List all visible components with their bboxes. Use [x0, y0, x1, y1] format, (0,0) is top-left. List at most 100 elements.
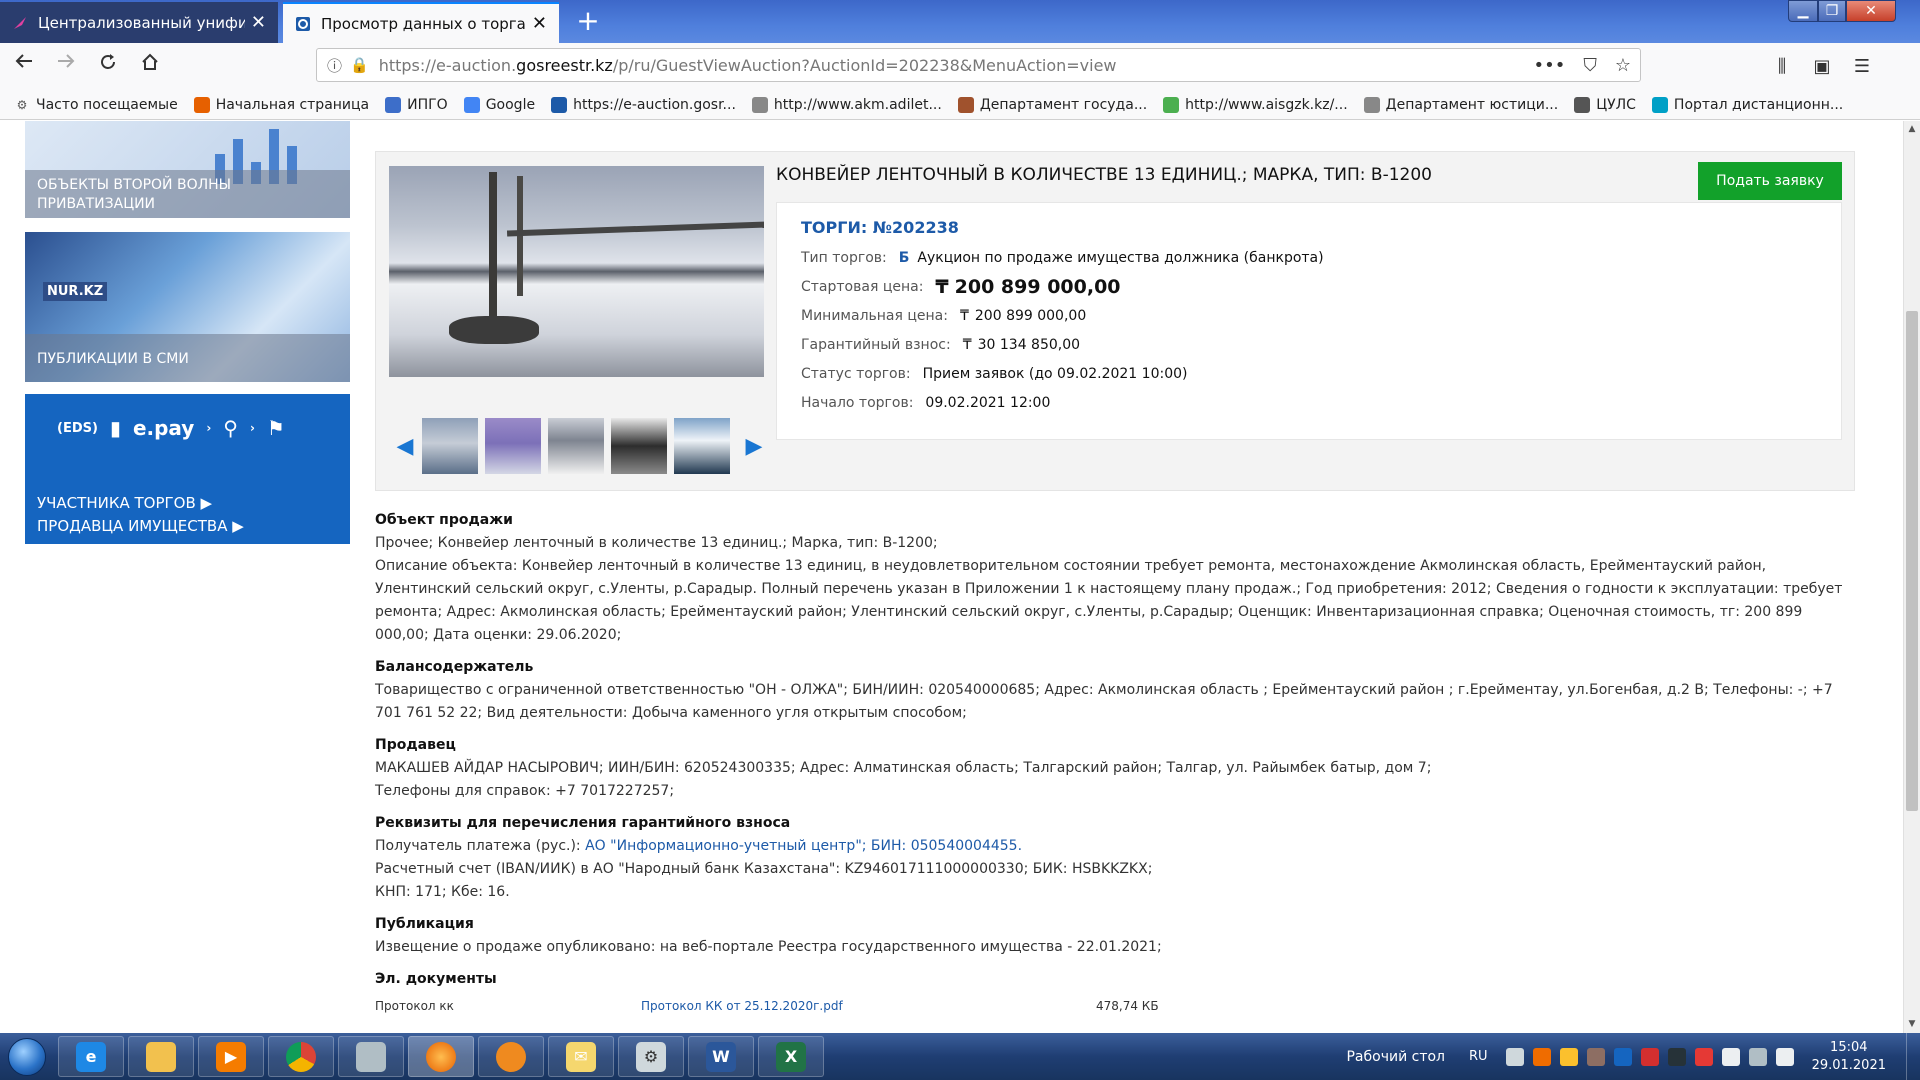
app-tray-icon[interactable] [1640, 1047, 1659, 1066]
tab-auction-view[interactable]: Просмотр данных о торгах ✕ [283, 2, 559, 43]
taskbar-settings[interactable]: ⚙ [618, 1036, 684, 1077]
seller-phone: Телефоны для справок: +7 7017227257; [375, 783, 675, 799]
taskbar-firefox[interactable] [408, 1036, 474, 1077]
bookmark-star-icon[interactable]: ☆ [1615, 55, 1631, 76]
show-desktop-button[interactable] [1906, 1033, 1920, 1080]
status-row: Статус торгов: Прием заявок (до 09.02.20… [801, 365, 1188, 382]
info-icon[interactable]: ⓘ [327, 55, 342, 76]
media-player-icon: ▶ [216, 1041, 246, 1072]
people-icon [496, 1041, 526, 1072]
nur-logo: NUR.KZ [43, 282, 108, 301]
chevron-right-icon: › [249, 421, 255, 435]
auction-details: Объект продажи Прочее; Конвейер ленточны… [375, 509, 1855, 1018]
prev-arrow-icon[interactable]: ◀ [388, 434, 422, 459]
bookmark-item[interactable]: http://www.akm.adilet... [751, 96, 942, 113]
app-tray-icon[interactable] [1532, 1047, 1551, 1066]
payee-link[interactable]: АО "Информационно-учетный центр"; БИН: 0… [585, 838, 1022, 854]
bookmark-item[interactable]: http://www.aisgzk.kz/... [1163, 96, 1348, 113]
close-window-button[interactable]: ✕ [1846, 0, 1896, 22]
emblem-icon [751, 96, 768, 113]
language-indicator[interactable]: RU [1469, 1049, 1488, 1064]
tab-centralized[interactable]: Централизованный унифици ✕ [0, 2, 278, 43]
menu-icon[interactable]: ☰ [1842, 56, 1882, 77]
toolbar-right: ⫼ ▣ ☰ [1762, 43, 1882, 90]
section-heading: Балансодержатель [375, 659, 534, 675]
home-button[interactable] [132, 49, 168, 85]
tenge-icon: ₸ [935, 275, 949, 298]
printer-icon[interactable] [1505, 1047, 1524, 1066]
close-icon[interactable]: ✕ [251, 12, 266, 33]
app-tray-icon[interactable] [1586, 1047, 1605, 1066]
seller-link[interactable]: ПРОДАВЦА ИМУЩЕСТВА ▶ [37, 517, 244, 535]
taskbar-word[interactable]: W [688, 1036, 754, 1077]
bookmark-item[interactable]: ИПГО [385, 96, 448, 113]
thumbnail[interactable] [611, 418, 667, 474]
banner-privatization[interactable]: ОБЪЕКТЫ ВТОРОЙ ВОЛНЫ ПРИВАТИЗАЦИИ [25, 121, 350, 218]
taskbar-calculator[interactable] [338, 1036, 404, 1077]
taskbar-excel[interactable]: X [758, 1036, 824, 1077]
bookmark-item[interactable]: ⚙ Часто посещаемые [14, 97, 178, 113]
tray-icons [1505, 1047, 1794, 1066]
clock[interactable]: 15:04 29.01.2021 [1812, 1039, 1886, 1075]
close-icon[interactable]: ✕ [532, 13, 547, 34]
bookmark-item[interactable]: https://e-auction.gosr... [551, 96, 736, 113]
taskbar-people[interactable] [478, 1036, 544, 1077]
taskbar-explorer[interactable] [128, 1036, 194, 1077]
scroll-up-icon[interactable]: ▲ [1904, 121, 1920, 138]
library-icon[interactable]: ⫼ [1762, 56, 1802, 77]
thumbnail[interactable] [674, 418, 730, 474]
taskbar-ie[interactable]: e [58, 1036, 124, 1077]
pocket-icon[interactable]: ⛉ [1583, 55, 1597, 76]
bookmark-item[interactable]: Портал дистанционн... [1651, 96, 1844, 113]
scroll-down-icon[interactable]: ▼ [1904, 1016, 1920, 1033]
bookmark-item[interactable]: Департамент госуда... [957, 96, 1147, 113]
taskbar-media[interactable]: ▶ [198, 1036, 264, 1077]
taskbar-chrome[interactable] [268, 1036, 334, 1077]
usb-key-icon: ▮ [109, 416, 121, 440]
tab-title: Просмотр данных о торгах [321, 14, 526, 33]
document-name: Протокол кк [375, 999, 454, 1013]
bookmark-item[interactable]: Google [463, 96, 536, 113]
bookmark-item[interactable]: Начальная страница [193, 96, 369, 113]
holder-text: Товарищество с ограниченной ответственно… [375, 682, 1833, 721]
app-tray-icon[interactable] [1613, 1047, 1632, 1066]
document-link[interactable]: Протокол КК от 25.12.2020г.pdf [641, 995, 1096, 1018]
document-row: Протокол кк Протокол КК от 25.12.2020г.p… [375, 995, 1855, 1018]
maximize-button[interactable]: ❐ [1818, 0, 1846, 22]
network-icon[interactable] [1748, 1047, 1767, 1066]
reload-button[interactable] [90, 49, 126, 85]
thumbnail[interactable] [548, 418, 604, 474]
next-arrow-icon[interactable]: ▶ [737, 434, 771, 459]
thumbnail[interactable] [485, 418, 541, 474]
banner-media-publications[interactable]: NUR.KZ ПУБЛИКАЦИИ В СМИ [25, 232, 350, 382]
bookmark-label: Портал дистанционн... [1673, 96, 1844, 113]
main-photo[interactable] [389, 166, 764, 377]
auction-type-row: Тип торгов: Б Аукцион по продаже имущест… [801, 249, 1324, 266]
sidebar-icon[interactable]: ▣ [1802, 56, 1842, 77]
forward-button[interactable] [48, 49, 84, 85]
taskbar-mail[interactable]: ✉ [548, 1036, 614, 1077]
minimize-button[interactable]: ▁ [1788, 0, 1818, 22]
scroll-thumb[interactable] [1906, 311, 1918, 811]
speaker-muted-icon[interactable] [1694, 1047, 1713, 1066]
desktop-toolbar[interactable]: Рабочий стол [1346, 1049, 1445, 1065]
url-bar[interactable]: ⓘ 🔒 https://e-auction.gosreestr.kz/p/ru/… [316, 48, 1641, 82]
apply-button[interactable]: Подать заявку [1698, 162, 1842, 200]
firefox-icon [193, 96, 210, 113]
bookmark-label: ИПГО [407, 96, 448, 113]
thumbnail[interactable] [422, 418, 478, 474]
tab-title: Централизованный унифици [38, 13, 245, 32]
bookmark-item[interactable]: Департамент юстици... [1363, 96, 1558, 113]
participant-link[interactable]: УЧАСТНИКА ТОРГОВ ▶ [37, 494, 212, 512]
start-button[interactable] [0, 1033, 54, 1080]
page-scrollbar[interactable]: ▲ ▼ [1903, 121, 1920, 1033]
bookmark-label: Google [485, 96, 536, 113]
back-button[interactable] [6, 49, 42, 85]
console-icon[interactable] [1667, 1047, 1686, 1066]
volume-icon[interactable] [1775, 1047, 1794, 1066]
flag-icon[interactable] [1721, 1047, 1740, 1066]
bookmark-item[interactable]: ЦУЛС [1574, 96, 1636, 113]
new-tab-button[interactable]: + [570, 4, 606, 40]
app-tray-icon[interactable] [1559, 1047, 1578, 1066]
page-actions-icon[interactable]: ••• [1534, 55, 1566, 76]
